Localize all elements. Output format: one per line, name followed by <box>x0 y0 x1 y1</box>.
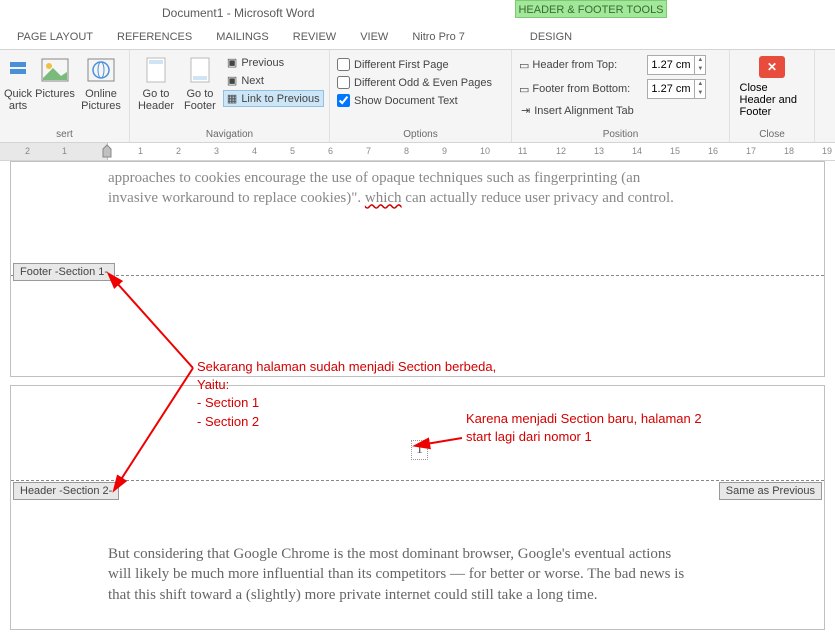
spinner-up-icon[interactable]: ▲ <box>695 80 705 89</box>
indent-marker[interactable] <box>102 143 112 161</box>
align-tab-icon: ⇥ <box>521 104 530 117</box>
ruler-tick: 15 <box>670 146 680 156</box>
next-button[interactable]: ▣Next <box>223 72 324 89</box>
spinner-up-icon[interactable]: ▲ <box>695 56 705 65</box>
arrow-2 <box>420 434 470 454</box>
header-from-top-label: Header from Top: <box>532 59 644 71</box>
ruler-tick: 19 <box>822 146 832 156</box>
show-document-text-check[interactable]: Show Document Text <box>335 92 494 109</box>
goto-footer-button[interactable]: Go to Footer <box>179 52 221 112</box>
ruler-tick: 11 <box>518 146 527 156</box>
tab-review[interactable]: REVIEW <box>281 27 348 47</box>
ruler-tick: 5 <box>290 146 295 156</box>
online-pictures-button[interactable]: Online Pictures <box>79 52 123 112</box>
different-first-page-check[interactable]: Different First Page <box>335 56 494 73</box>
ruler-tick: 13 <box>594 146 604 156</box>
header-from-top-spinner[interactable]: ▲▼ <box>647 55 706 75</box>
ruler-tick: 16 <box>708 146 718 156</box>
spinner-down-icon[interactable]: ▼ <box>695 65 705 74</box>
goto-header-icon <box>140 54 172 86</box>
ruler-tick: 9 <box>442 146 447 156</box>
quick-parts-button[interactable]: Quick arts <box>5 52 31 112</box>
ruler-tick: 10 <box>480 146 490 156</box>
tab-page-layout[interactable]: PAGE LAYOUT <box>5 27 105 47</box>
tab-references[interactable]: REFERENCES <box>105 27 204 47</box>
group-insert: Quick arts Pictures Online Pictures sert <box>0 50 130 142</box>
ruler-tick: 1 <box>138 146 143 156</box>
same-as-previous-label: Same as Previous <box>719 482 822 500</box>
next-icon: ▣ <box>227 74 237 87</box>
tab-nitro[interactable]: Nitro Pro 7 <box>400 27 477 47</box>
previous-button[interactable]: ▣Previous <box>223 54 324 71</box>
ruler-tick: 2 <box>25 146 30 156</box>
different-odd-even-check[interactable]: Different Odd & Even Pages <box>335 74 494 91</box>
insert-alignment-tab-button[interactable]: ⇥Insert Alignment Tab <box>517 102 708 119</box>
ruler-tick: 3 <box>214 146 219 156</box>
link-icon: ▦ <box>227 92 237 105</box>
footer-from-bottom-spinner[interactable]: ▲▼ <box>647 79 706 99</box>
ruler-tick: 8 <box>404 146 409 156</box>
spinner-down-icon[interactable]: ▼ <box>695 89 705 98</box>
tab-design[interactable]: DESIGN <box>492 27 610 47</box>
footer-bottom-icon: ▭ <box>519 83 529 96</box>
ruler-tick: 2 <box>176 146 181 156</box>
header-section-label: Header -Section 2- <box>13 482 119 500</box>
group-close: ✕ Close Header and Footer Close <box>730 50 815 142</box>
pictures-button[interactable]: Pictures <box>33 52 77 100</box>
ruler-tick: 7 <box>366 146 371 156</box>
title-bar: Document1 - Microsoft Word HEADER & FOOT… <box>0 0 835 25</box>
body-text: But considering that Google Chrome is th… <box>108 544 794 605</box>
previous-icon: ▣ <box>227 56 237 69</box>
ruler-tick: 12 <box>556 146 566 156</box>
goto-footer-icon <box>184 54 216 86</box>
ribbon-tabs: PAGE LAYOUT REFERENCES MAILINGS REVIEW V… <box>0 25 835 50</box>
ruler-tick: 14 <box>632 146 642 156</box>
group-navigation: Go to Header Go to Footer ▣Previous ▣Nex… <box>130 50 330 142</box>
annotation-2: Karena menjadi Section baru, halaman 2 s… <box>466 410 702 446</box>
quick-parts-icon <box>2 54 34 86</box>
document-area: approaches to cookies encourage the use … <box>0 161 835 630</box>
close-header-footer-button[interactable]: ✕ Close Header and Footer <box>740 52 805 118</box>
annotation-1: Sekarang halaman sudah menjadi Section b… <box>197 358 496 431</box>
pictures-icon <box>39 54 71 86</box>
tab-view[interactable]: VIEW <box>348 27 400 47</box>
ruler-tick: 1 <box>62 146 67 156</box>
header-top-icon: ▭ <box>519 59 529 72</box>
document-title: Document1 - Microsoft Word <box>162 6 315 20</box>
link-to-previous-button[interactable]: ▦Link to Previous <box>223 90 324 107</box>
footer-section-label: Footer -Section 1- <box>13 263 115 281</box>
goto-header-button[interactable]: Go to Header <box>135 52 177 112</box>
ruler-tick: 17 <box>746 146 756 156</box>
online-pictures-icon <box>85 54 117 86</box>
close-icon: ✕ <box>759 56 785 78</box>
ribbon: Quick arts Pictures Online Pictures sert… <box>0 50 835 143</box>
tab-mailings[interactable]: MAILINGS <box>204 27 281 47</box>
footer-from-bottom-label: Footer from Bottom: <box>532 83 644 95</box>
ruler-tick: 18 <box>784 146 794 156</box>
context-tab-header-footer: HEADER & FOOTER TOOLS <box>515 0 667 18</box>
group-options: Different First Page Different Odd & Eve… <box>330 50 512 142</box>
horizontal-ruler[interactable]: 12345678910111213141516171819 2 1 <box>0 143 835 161</box>
group-position: ▭ Header from Top: ▲▼ ▭ Footer from Bott… <box>512 50 730 142</box>
ruler-tick: 4 <box>252 146 257 156</box>
arrow-1 <box>108 276 208 486</box>
ruler-tick: 6 <box>328 146 333 156</box>
body-text: approaches to cookies encourage the use … <box>108 168 764 209</box>
